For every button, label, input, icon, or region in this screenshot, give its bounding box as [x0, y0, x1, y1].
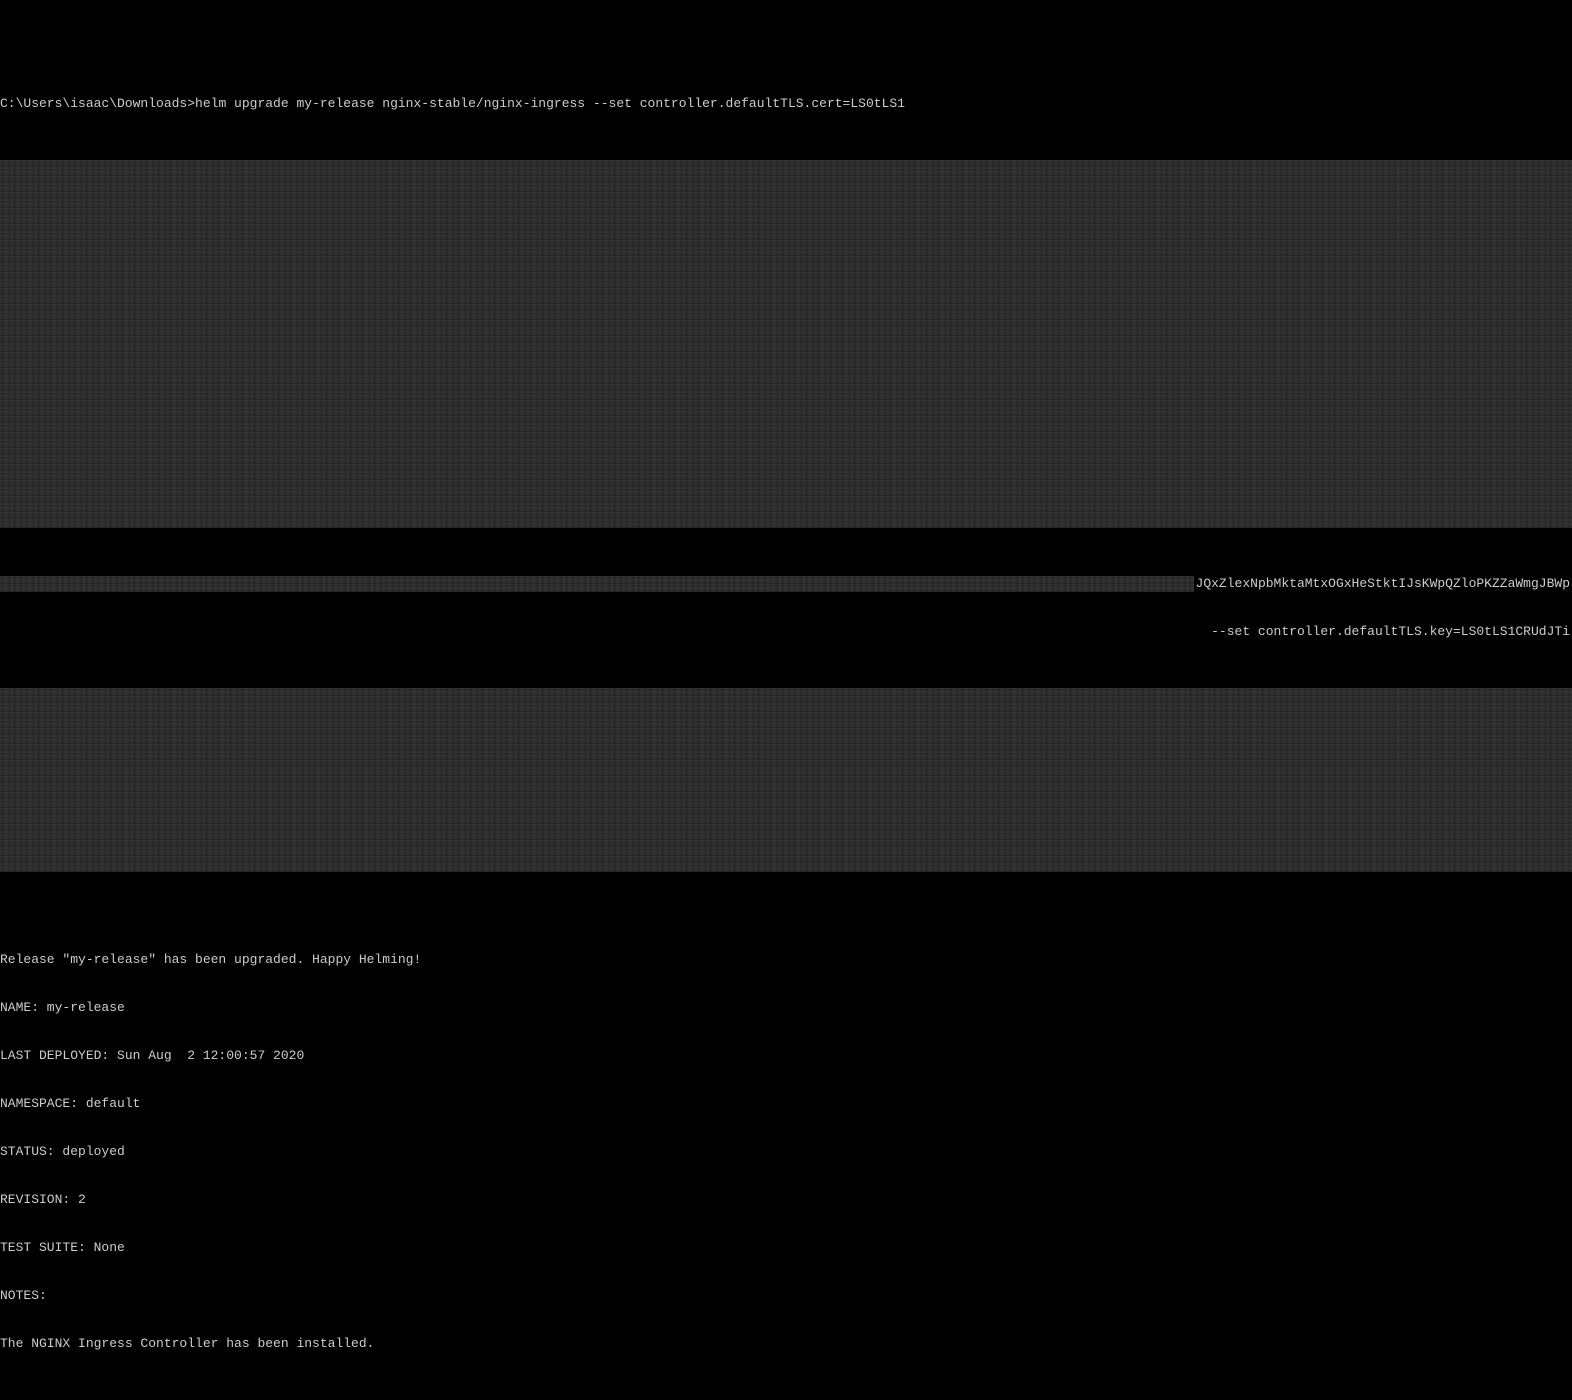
prompt-path: C:\Users\isaac\Downloads>: [0, 96, 195, 112]
cert-tail-fragment: JQxZlexNpbMktaMtxOGxHeStktIJsKWpQZloPKZZ…: [1194, 576, 1572, 592]
test-suite-line: TEST SUITE: None: [0, 1240, 1572, 1256]
terminal-window[interactable]: C:\Users\isaac\Downloads>helm upgrade my…: [0, 64, 1572, 821]
revision-line: REVISION: 2: [0, 1192, 1572, 1208]
notes-label: NOTES:: [0, 1288, 1572, 1304]
status-line: STATUS: deployed: [0, 1144, 1572, 1160]
key-flag-line: --set controller.defaultTLS.key=LS0tLS1C…: [0, 624, 1572, 640]
redacted-cert-block: [0, 160, 1572, 528]
command-prompt-line: C:\Users\isaac\Downloads>helm upgrade my…: [0, 96, 1572, 112]
command-text: helm upgrade my-release nginx-stable/ngi…: [195, 96, 905, 112]
notes-body: The NGINX Ingress Controller has been in…: [0, 1336, 1572, 1352]
namespace-line: NAMESPACE: default: [0, 1096, 1572, 1112]
name-line: NAME: my-release: [0, 1000, 1572, 1016]
redacted-key-block: [0, 688, 1572, 872]
redacted-line-tail: JQxZlexNpbMktaMtxOGxHeStktIJsKWpQZloPKZZ…: [0, 576, 1572, 592]
release-message: Release "my-release" has been upgraded. …: [0, 952, 1572, 968]
helm-output: Release "my-release" has been upgraded. …: [0, 920, 1572, 1384]
key-flag-text: --set controller.defaultTLS.key=LS0tLS1C…: [1201, 624, 1572, 640]
last-deployed-line: LAST DEPLOYED: Sun Aug 2 12:00:57 2020: [0, 1048, 1572, 1064]
